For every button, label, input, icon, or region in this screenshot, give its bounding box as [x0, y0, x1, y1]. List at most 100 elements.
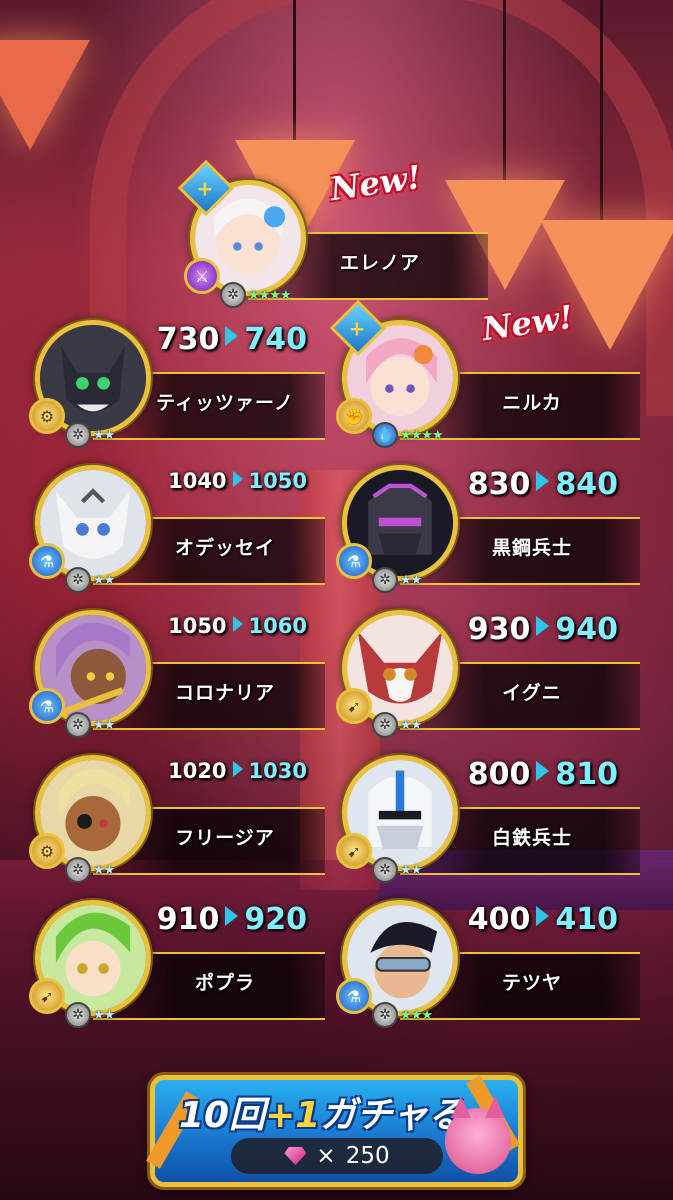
character-name: テツヤ	[501, 972, 562, 994]
level-new: 1050	[248, 469, 307, 493]
level-new: 810	[555, 757, 618, 792]
character-name: 白鉄兵士	[491, 827, 572, 849]
level-old: 730	[156, 322, 220, 357]
character-card-odessei[interactable]: オデッセイ 1040 1050 ⚗ ✲ ★★	[29, 455, 325, 605]
character-name: ティッツァーノ	[156, 392, 294, 414]
rank-icon: ✲	[220, 282, 246, 308]
attribute-icon: ⚙	[29, 398, 65, 434]
level-change: 910 920	[157, 902, 307, 937]
level-new: 1030	[248, 759, 307, 783]
level-change: 400 410	[468, 902, 618, 937]
level-new: 740	[244, 322, 307, 357]
rarity-stars: ★★★★	[400, 428, 444, 443]
level-change: 830 840	[468, 467, 618, 502]
character-card-freesia[interactable]: フリージア 1020 1030 ⚙ ✲ ★★	[29, 745, 325, 895]
level-old: 910	[156, 902, 220, 937]
character-card-eleanor[interactable]: エレノア New! + ⚔ ✲ ★★★★	[177, 158, 490, 320]
character-name: オデッセイ	[174, 537, 275, 559]
character-card-popura[interactable]: ポプラ 910 920 ➹ ✲ ★★	[29, 890, 325, 1040]
level-new: 920	[244, 902, 307, 937]
attribute-icon: ⚗	[336, 543, 372, 579]
gem-icon	[284, 1147, 307, 1165]
rank-icon: ✲	[65, 1002, 91, 1028]
rarity-stars: ★★	[93, 1008, 115, 1023]
cost-multiplier: ×	[316, 1143, 336, 1169]
level-new: 410	[555, 902, 618, 937]
rarity-stars: ★★	[93, 573, 115, 588]
character-name: ニルカ	[502, 392, 562, 414]
arrow-right-icon	[232, 616, 243, 632]
arrow-right-icon	[536, 616, 550, 636]
level-old: 400	[467, 902, 531, 937]
lamp-cord	[600, 0, 603, 220]
gacha-button-title: 10回+1ガチャる	[179, 1086, 464, 1138]
rarity-stars: ★★	[93, 428, 115, 443]
character-name: エレノア	[339, 252, 420, 274]
gacha-count: 10回	[179, 1095, 266, 1136]
rarity-stars: ★★	[400, 573, 422, 588]
arrow-right-icon	[232, 471, 243, 487]
ceiling-lamp	[0, 40, 90, 150]
level-change: 930 940	[468, 612, 618, 647]
rarity-stars: ★★	[93, 863, 115, 878]
arrow-right-icon	[225, 906, 239, 926]
character-name: 黒鋼兵士	[491, 537, 572, 559]
level-change: 1050 1060	[168, 614, 307, 638]
level-new: 840	[555, 467, 618, 502]
mascot-icon	[445, 1096, 511, 1174]
lamp-cord	[293, 0, 296, 140]
level-old: 830	[467, 467, 531, 502]
gacha-bonus: +1	[265, 1095, 321, 1136]
level-old: 930	[467, 612, 531, 647]
rarity-stars: ★★	[400, 718, 422, 733]
character-card-white-iron-soldier[interactable]: 白鉄兵士 800 810 ➹ ✲ ★★	[336, 745, 642, 895]
level-new: 1060	[248, 614, 307, 638]
gacha-cost: × 250	[231, 1138, 443, 1174]
attribute-icon: ⚗	[29, 688, 65, 724]
rarity-stars: ★★★	[400, 1008, 433, 1023]
cost-value: 250	[345, 1143, 390, 1169]
arrow-right-icon	[225, 326, 239, 346]
rank-icon: ✲	[372, 567, 398, 593]
arrow-right-icon	[232, 761, 243, 777]
level-change: 1040 1050	[168, 469, 307, 493]
rarity-stars: ★★	[93, 718, 115, 733]
attribute-icon: ⚔	[184, 258, 220, 294]
gacha-10-plus-1-button[interactable]: 10回+1ガチャる × 250	[146, 1075, 523, 1187]
attribute-icon: ✊	[336, 398, 372, 434]
rank-icon: 💧	[372, 422, 398, 448]
attribute-icon: ⚙	[29, 833, 65, 869]
level-change: 800 810	[468, 757, 618, 792]
character-card-tetsuya[interactable]: テツヤ 400 410 ⚗ ✲ ★★★	[336, 890, 642, 1040]
lamp-cord	[503, 0, 506, 180]
arrow-right-icon	[536, 906, 550, 926]
character-name: イグニ	[502, 682, 562, 704]
level-old: 1020	[168, 759, 227, 783]
level-new: 940	[555, 612, 618, 647]
character-name: ポプラ	[194, 972, 255, 994]
gacha-action: ガチャる	[320, 1095, 464, 1136]
rarity-stars: ★★	[400, 863, 422, 878]
level-old: 1050	[168, 614, 227, 638]
arrow-right-icon	[536, 761, 550, 781]
character-card-iguni[interactable]: イグニ 930 940 ➹ ✲ ★★	[336, 600, 642, 750]
character-card-coronaria[interactable]: コロナリア 1050 1060 ⚗ ✲ ★★	[29, 600, 325, 750]
rarity-stars: ★★★★	[248, 288, 292, 303]
level-old: 800	[467, 757, 531, 792]
arrow-right-icon	[536, 471, 550, 491]
attribute-icon: ➹	[336, 833, 372, 869]
level-change: 730 740	[157, 322, 307, 357]
attribute-icon: ➹	[29, 978, 65, 1014]
rank-icon: ✲	[372, 857, 398, 883]
rank-icon: ✲	[65, 567, 91, 593]
character-card-black-steel-soldier[interactable]: 黒鋼兵士 830 840 ⚗ ✲ ★★	[336, 455, 642, 605]
rank-icon: ✲	[65, 422, 91, 448]
level-change: 1020 1030	[168, 759, 307, 783]
level-old: 1040	[168, 469, 227, 493]
rank-icon: ✲	[65, 857, 91, 883]
character-card-nirka[interactable]: ニルカ New! + ✊ 💧 ★★★★	[329, 298, 642, 460]
character-card-tizziano[interactable]: ティッツァーノ 730 740 ⚙ ✲ ★★	[29, 310, 325, 460]
attribute-icon: ⚗	[29, 543, 65, 579]
rank-icon: ✲	[372, 712, 398, 738]
attribute-icon: ➹	[336, 688, 372, 724]
